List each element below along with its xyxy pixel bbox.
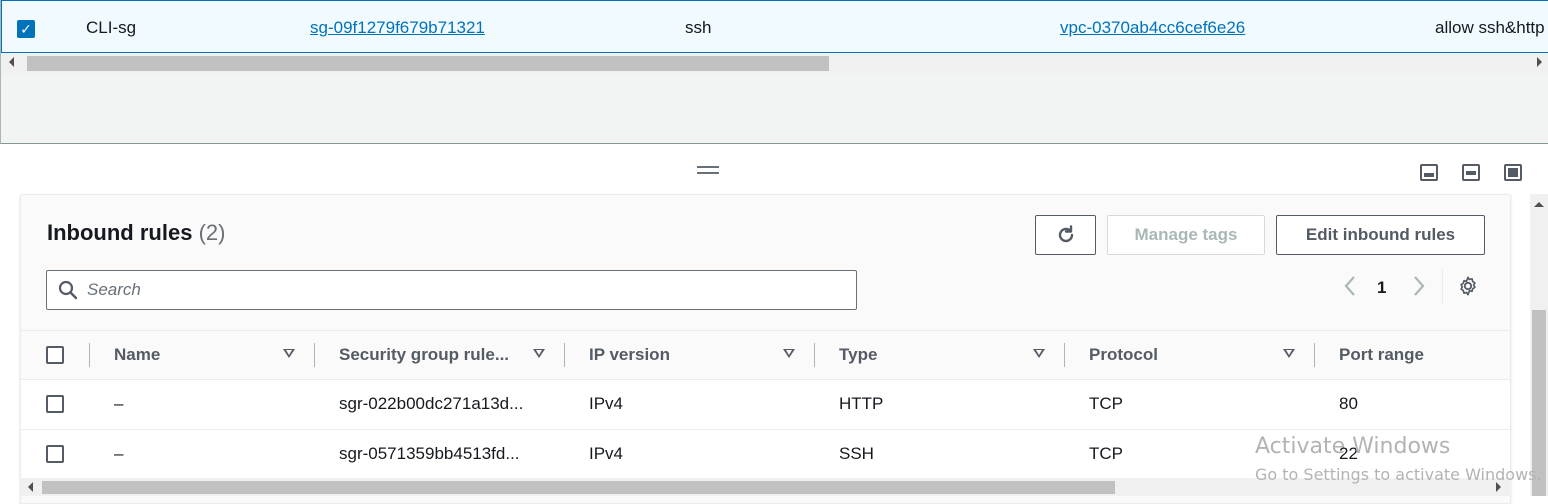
rule-protocol: TCP xyxy=(1089,444,1123,463)
rule-id: sgr-0571359bb4513fd... xyxy=(339,444,520,463)
pagination-divider xyxy=(1442,269,1443,305)
scrollbar-thumb[interactable] xyxy=(27,56,829,71)
scroll-up-arrow-icon[interactable] xyxy=(1534,202,1544,207)
column-divider[interactable] xyxy=(1064,343,1065,367)
table-header: Name Security group rule... IP version T… xyxy=(21,330,1510,380)
rule-name: – xyxy=(114,444,124,463)
manage-tags-button[interactable]: Manage tags xyxy=(1107,215,1265,255)
sort-ip-version-icon[interactable] xyxy=(783,349,795,358)
column-header-name[interactable]: Name xyxy=(114,345,160,365)
column-divider[interactable] xyxy=(564,343,565,367)
watermark-title: Activate Windows xyxy=(1255,434,1451,459)
search-input[interactable] xyxy=(87,279,827,301)
rule-ip-version: IPv4 xyxy=(589,394,624,413)
rule-type: SSH xyxy=(839,444,874,463)
rule-id: sgr-022b00dc271a13d... xyxy=(339,394,524,413)
refresh-icon xyxy=(1058,225,1074,243)
security-group-row[interactable]: ✓ CLI-sg sg-09f1279f679b71321 ssh vpc-03… xyxy=(1,0,1548,53)
split-panel-resize-handle[interactable] xyxy=(697,166,719,174)
select-all-checkbox[interactable] xyxy=(46,346,64,364)
table-row[interactable]: – sgr-022b00dc271a13d... IPv4 HTTP TCP 8… xyxy=(21,380,1510,430)
sort-protocol-icon[interactable] xyxy=(1283,349,1295,358)
rule-ip-version: IPv4 xyxy=(589,444,624,463)
refresh-button[interactable] xyxy=(1035,215,1096,255)
inbound-rules-count: (2) xyxy=(198,220,226,245)
sg-name: CLI-sg xyxy=(86,18,137,37)
vpc-id-link[interactable]: vpc-0370ab4cc6cef6e26 xyxy=(1060,18,1245,38)
row-checkbox[interactable] xyxy=(46,395,64,413)
inbound-rules-heading: Inbound rules (2) xyxy=(47,220,225,246)
panel-maximize-icon[interactable] xyxy=(1504,164,1522,181)
rule-protocol: TCP xyxy=(1089,394,1123,413)
scroll-right-arrow-icon[interactable] xyxy=(1537,57,1542,67)
rule-name: – xyxy=(114,394,124,413)
sort-rule-id-icon[interactable] xyxy=(533,349,545,358)
previous-page-icon[interactable] xyxy=(1343,275,1357,297)
horizontal-scrollbar[interactable] xyxy=(1,53,1548,73)
edit-inbound-rules-button[interactable]: Edit inbound rules xyxy=(1276,215,1485,255)
column-header-port-range[interactable]: Port range xyxy=(1339,345,1424,365)
next-page-icon[interactable] xyxy=(1412,275,1426,297)
column-divider[interactable] xyxy=(1314,343,1315,367)
activate-windows-watermark: Activate Windows Go to Settings to activ… xyxy=(1255,434,1542,484)
settings-gear-icon[interactable] xyxy=(1457,275,1479,297)
sg-group-name: ssh xyxy=(685,18,712,37)
row-checkbox-checked[interactable]: ✓ xyxy=(17,20,35,38)
sort-name-icon[interactable] xyxy=(283,349,295,358)
rule-type: HTTP xyxy=(839,394,884,413)
scrollbar-thumb[interactable] xyxy=(42,481,1115,494)
column-divider[interactable] xyxy=(314,343,315,367)
panel-bottom-icon[interactable] xyxy=(1420,164,1438,181)
column-header-type[interactable]: Type xyxy=(839,345,877,365)
rule-port-range: 80 xyxy=(1339,394,1358,413)
sg-id-link[interactable]: sg-09f1279f679b71321 xyxy=(310,18,485,38)
watermark-subtitle: Go to Settings to activate Windows. xyxy=(1255,465,1542,484)
column-divider xyxy=(89,343,90,367)
search-icon xyxy=(58,280,78,300)
panel-side-icon[interactable] xyxy=(1462,164,1480,181)
column-divider[interactable] xyxy=(814,343,815,367)
column-header-ip-version[interactable]: IP version xyxy=(589,345,670,365)
current-page-number[interactable]: 1 xyxy=(1377,278,1386,298)
column-header-protocol[interactable]: Protocol xyxy=(1089,345,1158,365)
scroll-left-arrow-icon[interactable] xyxy=(28,482,33,492)
column-header-rule-id[interactable]: Security group rule... xyxy=(339,345,509,365)
scroll-left-arrow-icon[interactable] xyxy=(9,57,14,67)
sg-description: allow ssh&http xyxy=(1435,18,1545,37)
sort-type-icon[interactable] xyxy=(1033,349,1045,358)
row-checkbox[interactable] xyxy=(46,445,64,463)
security-groups-list: ✓ CLI-sg sg-09f1279f679b71321 ssh vpc-03… xyxy=(0,0,1548,144)
search-field[interactable] xyxy=(46,270,857,310)
inbound-rules-title: Inbound rules xyxy=(47,220,193,245)
